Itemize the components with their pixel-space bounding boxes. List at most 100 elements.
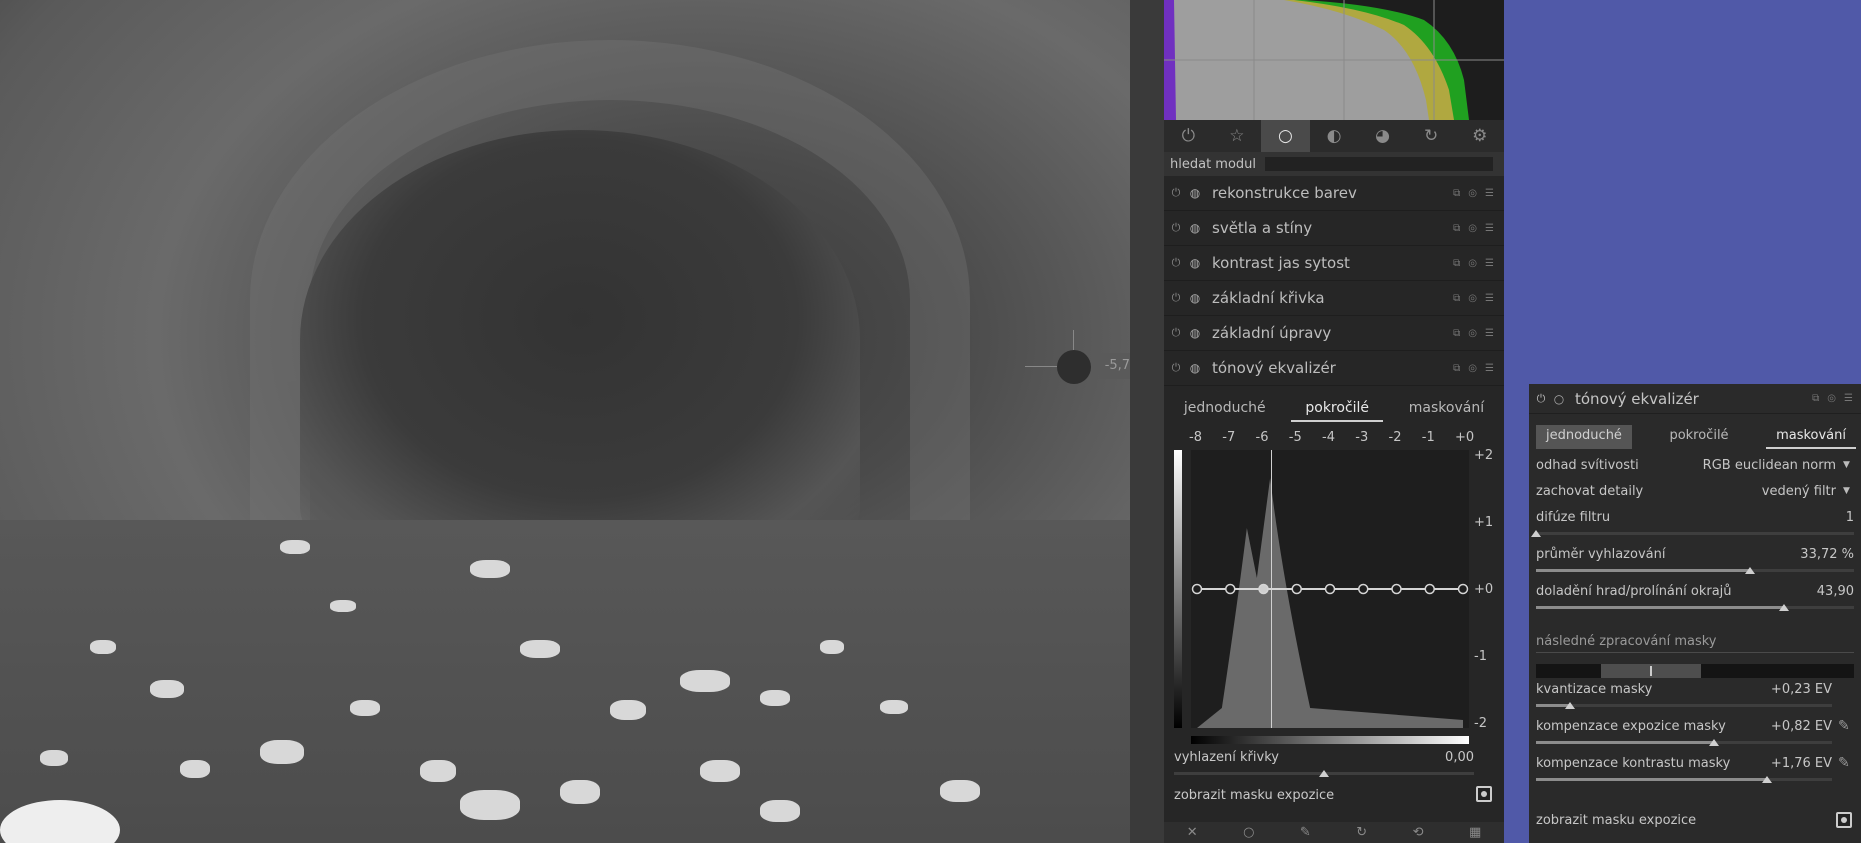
presets-icon[interactable]: ☰ [1485, 223, 1494, 234]
brush-icon[interactable]: ✎ [1300, 825, 1311, 840]
power-icon[interactable]: ⏻ [1166, 221, 1186, 235]
effect-icon[interactable]: ⚙ [1455, 120, 1504, 152]
eyedropper-icon[interactable]: ✎ [1838, 718, 1850, 734]
reset-icon[interactable]: ◎ [1468, 223, 1477, 234]
show-mask-toggle[interactable] [1476, 786, 1492, 802]
power-icon[interactable]: ⏻ [1531, 392, 1551, 406]
multi-instance-icon[interactable]: ⧉ [1453, 328, 1460, 339]
eyedropper-icon[interactable]: ✎ [1838, 755, 1850, 771]
multi-instance-icon[interactable]: ⧉ [1453, 293, 1460, 304]
circle-icon[interactable]: ○ [1243, 825, 1254, 840]
float-slider-handle[interactable] [1779, 604, 1790, 611]
power-icon[interactable]: ⏻ [1166, 186, 1186, 200]
tab-2[interactable]: maskování [1395, 398, 1498, 422]
presets-icon[interactable]: ☰ [1485, 188, 1494, 199]
float-show-mask-toggle[interactable] [1836, 812, 1852, 828]
float-slider-track[interactable] [1536, 532, 1854, 535]
post-processing-row[interactable]: kvantizace masky +0,23 EV [1536, 682, 1832, 697]
curve-node[interactable] [1225, 583, 1236, 595]
module-row[interactable]: ⏻ ◍ základní křivka ⧉ ◎ ☰ [1164, 281, 1504, 316]
presets-icon[interactable]: ☰ [1844, 393, 1853, 404]
curve-node[interactable] [1358, 583, 1369, 595]
histogram[interactable] [1164, 0, 1504, 120]
presets-icon[interactable]: ☰ [1485, 363, 1494, 374]
reset-icon[interactable]: ◎ [1468, 188, 1477, 199]
half-circle-icon[interactable]: ◐ [1310, 120, 1359, 152]
y-tick-label: +2 [1474, 448, 1494, 463]
float-row[interactable]: difúze filtru 1 [1536, 510, 1854, 525]
reset-icon[interactable]: ◎ [1827, 393, 1836, 404]
reset-icon[interactable]: ◎ [1468, 293, 1477, 304]
power-icon[interactable]: ⏻ [1166, 256, 1186, 270]
multi-instance-icon[interactable]: ⧉ [1453, 223, 1460, 234]
image-viewer[interactable] [0, 0, 1130, 843]
float-slider-handle[interactable] [1531, 530, 1541, 537]
presets-icon[interactable]: ☰ [1485, 293, 1494, 304]
module-row[interactable]: ⏻ ◍ světla a stíny ⧉ ◎ ☰ [1164, 211, 1504, 246]
equalizer-graph[interactable] [1191, 450, 1469, 728]
curve-smoothing-handle[interactable] [1319, 770, 1329, 777]
dropdown-arrow-icon[interactable]: ▼ [1843, 460, 1850, 470]
mask-histogram [1536, 664, 1854, 678]
float-tab-1[interactable]: pokročilé [1659, 425, 1738, 449]
curve-node[interactable] [1324, 583, 1336, 595]
multi-instance-icon[interactable]: ⧉ [1812, 393, 1819, 404]
dropdown-arrow-icon[interactable]: ▼ [1843, 486, 1850, 496]
module-row[interactable]: ⏻ ◍ tónový ekvalizér ⧉ ◎ ☰ [1164, 351, 1504, 386]
search-label: hledat modul [1170, 156, 1257, 172]
rock [280, 540, 310, 554]
post-slider-handle[interactable] [1708, 739, 1719, 746]
float-row[interactable]: zachovat detaily vedený filtr [1536, 484, 1836, 499]
x-tick-label: -6 [1255, 430, 1269, 445]
reset-icon[interactable]: ◎ [1468, 258, 1477, 269]
float-row[interactable]: doladění hrad/prolínání okrajů 43,90 [1536, 584, 1854, 599]
drawn-mask-icon[interactable]: ⟲ [1413, 825, 1424, 840]
curve-node[interactable] [1424, 583, 1435, 595]
shadows-highlights-icon: ◍ [1189, 221, 1201, 235]
module-row[interactable]: ⏻ ◍ základní úpravy ⧉ ◎ ☰ [1164, 316, 1504, 351]
curve-node[interactable] [1391, 583, 1402, 595]
power-icon[interactable]: ⏻ [1164, 120, 1213, 152]
float-tab-2[interactable]: maskování [1766, 425, 1856, 449]
module-row[interactable]: ⏻ ◍ kontrast jas sytost ⧉ ◎ ☰ [1164, 246, 1504, 281]
float-tab-0[interactable]: jednoduché [1536, 425, 1632, 449]
power-icon[interactable]: ⏻ [1166, 361, 1186, 375]
reset-icon[interactable]: ◎ [1468, 363, 1477, 374]
presets-icon[interactable]: ☰ [1485, 258, 1494, 269]
tab-1[interactable]: pokročilé [1291, 398, 1384, 422]
multi-instance-icon[interactable]: ⧉ [1453, 363, 1460, 374]
floating-panel-header[interactable]: ⏻ ○ tónový ekvalizér ⧉ ◎ ☰ [1529, 384, 1861, 414]
float-row[interactable]: odhad svítivosti RGB euclidean norm [1536, 458, 1836, 473]
color-circle-icon[interactable]: ◕ [1358, 120, 1407, 152]
power-icon[interactable]: ⏻ [1166, 326, 1186, 340]
post-processing-row[interactable]: kompenzace kontrastu masky +1,76 EV [1536, 756, 1832, 771]
float-row[interactable]: průměr vyhlazování 33,72 % [1536, 547, 1854, 562]
module-search-input[interactable] [1265, 157, 1493, 171]
post-processing-row[interactable]: kompenzace expozice masky +0,82 EV [1536, 719, 1832, 734]
reset-icon[interactable]: ◎ [1468, 328, 1477, 339]
post-slider-track[interactable] [1536, 704, 1832, 707]
curve-node[interactable] [1258, 583, 1269, 595]
float-slider-handle[interactable] [1745, 567, 1756, 574]
tab-0[interactable]: jednoduché [1170, 398, 1280, 422]
curve-node[interactable] [1457, 583, 1469, 595]
equalizer-curve-svg[interactable] [1191, 450, 1469, 728]
curve-node[interactable] [1291, 583, 1302, 595]
checker-icon[interactable]: ▦ [1469, 825, 1481, 840]
presets-icon[interactable]: ☰ [1485, 328, 1494, 339]
correct-icon[interactable]: ↻ [1407, 120, 1456, 152]
star-icon[interactable]: ☆ [1213, 120, 1262, 152]
curve-smoothing-row[interactable]: vyhlazení křivky 0,00 [1174, 750, 1474, 765]
post-slider-handle[interactable] [1761, 776, 1772, 783]
multi-instance-icon[interactable]: ⧉ [1453, 258, 1460, 269]
circle-icon[interactable]: ○ [1261, 120, 1310, 152]
exposure-cursor-handle[interactable] [1057, 350, 1091, 384]
multi-instance-icon[interactable]: ⧉ [1453, 188, 1460, 199]
rotate-icon[interactable]: ↻ [1356, 825, 1367, 840]
module-row[interactable]: ⏻ ◍ rekonstrukce barev ⧉ ◎ ☰ [1164, 176, 1504, 211]
power-icon[interactable]: ⏻ [1166, 291, 1186, 305]
x-tick-label: +0 [1455, 430, 1475, 445]
post-slider-handle[interactable] [1565, 702, 1576, 709]
close-icon[interactable]: ✕ [1187, 825, 1198, 840]
curve-node[interactable] [1191, 583, 1203, 595]
